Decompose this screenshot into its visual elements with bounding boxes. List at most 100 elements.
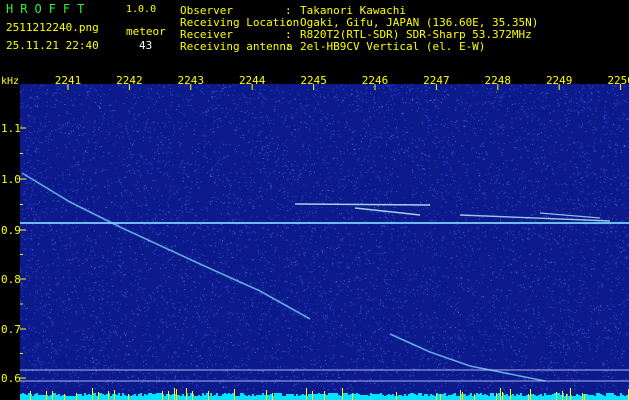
level-bar-peak xyxy=(570,388,571,400)
x-tick-label: 2248 xyxy=(485,74,512,87)
level-bar-segment xyxy=(66,396,68,400)
level-bar-segment xyxy=(290,394,292,400)
level-bar-segment xyxy=(330,393,332,400)
level-bar-segment xyxy=(470,393,472,400)
level-bar-segment xyxy=(242,393,244,400)
level-bar-peak xyxy=(324,391,325,400)
level-bar-peak xyxy=(530,389,531,400)
level-bar-segment xyxy=(104,395,106,400)
level-bar-segment xyxy=(354,394,356,400)
level-bar-peak xyxy=(582,393,583,400)
level-bar-segment xyxy=(268,395,270,400)
level-bar-segment xyxy=(20,394,22,400)
level-bar-segment xyxy=(418,393,420,400)
level-bar-segment xyxy=(250,396,252,400)
spectrogram-background xyxy=(20,84,629,400)
level-bar-segment xyxy=(216,393,218,400)
level-bar-segment xyxy=(78,394,80,400)
level-bar-segment xyxy=(348,395,350,400)
level-bar-segment xyxy=(606,393,608,400)
level-bar-segment xyxy=(478,394,480,400)
level-bar-peak xyxy=(30,391,31,400)
level-bar-segment xyxy=(514,396,516,400)
level-bar-segment xyxy=(340,396,342,400)
level-bar-segment xyxy=(452,394,454,400)
header-panel: HROFFT 1.0.0 2511212240.png 25.11.21 22:… xyxy=(0,0,629,74)
level-bar-peak xyxy=(584,394,585,400)
level-bar-segment xyxy=(172,394,174,400)
level-bar-segment xyxy=(262,393,264,400)
level-bar-segment xyxy=(256,395,258,400)
level-bar-segment xyxy=(468,395,470,400)
level-bar-segment xyxy=(406,396,408,400)
level-bar-peak xyxy=(208,391,209,400)
spectrogram-plot: 2241 2242 2243 2244 2245 2246 2247 2248 2249 2250… xyxy=(1,74,629,400)
app-version: 1.0.0 xyxy=(126,4,157,15)
level-bar-segment xyxy=(564,396,566,400)
level-bar-segment xyxy=(508,396,510,400)
level-bar-segment xyxy=(614,395,616,400)
level-bar-segment xyxy=(326,395,328,400)
level-bar-segment xyxy=(356,393,358,400)
level-bar-segment xyxy=(212,396,214,400)
level-bar-segment xyxy=(224,393,226,400)
level-bar-segment xyxy=(410,393,412,400)
level-bar-segment xyxy=(604,396,606,400)
level-bar-peak xyxy=(528,394,529,400)
level-bar-segment xyxy=(518,395,520,400)
level-bar-segment xyxy=(316,394,318,400)
level-bar-segment xyxy=(136,396,138,400)
level-bar-segment xyxy=(244,395,246,400)
level-bar-segment xyxy=(280,393,282,400)
meteor-count: 43 xyxy=(139,39,153,52)
level-bar-segment xyxy=(328,393,330,400)
level-bar-segment xyxy=(220,396,222,400)
level-bar-segment xyxy=(504,395,506,400)
level-bar-segment xyxy=(196,396,198,400)
level-bar-segment xyxy=(380,393,382,400)
level-bar-segment xyxy=(594,396,596,400)
level-bar-segment xyxy=(214,395,216,400)
level-bar-segment xyxy=(32,396,34,400)
level-bar-segment xyxy=(22,393,24,400)
level-bar-segment xyxy=(58,394,60,400)
level-bar-segment xyxy=(532,394,534,400)
level-bar-segment xyxy=(542,396,544,400)
level-bar-segment xyxy=(338,395,340,400)
level-bar-segment xyxy=(24,394,26,400)
level-bar-segment xyxy=(522,396,524,400)
level-bar-segment xyxy=(336,393,338,400)
level-bar-segment xyxy=(184,396,186,400)
level-bar-segment xyxy=(386,395,388,400)
level-bar-peak xyxy=(52,391,53,400)
level-bar-segment xyxy=(432,395,434,400)
level-bar-segment xyxy=(40,395,42,400)
level-bar-segment xyxy=(578,395,580,400)
level-bar-segment xyxy=(486,395,488,400)
level-bar-segment xyxy=(298,396,300,400)
level-bar-segment xyxy=(602,395,604,400)
level-bar-segment xyxy=(62,395,64,400)
level-bar-segment xyxy=(152,394,154,400)
level-bar-segment xyxy=(524,396,526,400)
level-bar-segment xyxy=(96,396,98,400)
level-bar-segment xyxy=(182,394,184,400)
level-bar-segment xyxy=(236,396,238,400)
info-label-antenna: Receiving antenna xyxy=(180,40,293,53)
level-bar-segment xyxy=(450,395,452,400)
level-bar-segment xyxy=(600,394,602,400)
level-bar-peak xyxy=(266,390,267,400)
level-bar-segment xyxy=(592,395,594,400)
level-bar-segment xyxy=(482,395,484,400)
x-tick-label: 2243 xyxy=(178,74,205,87)
level-bar-segment xyxy=(620,393,622,400)
level-bar-segment xyxy=(42,395,44,400)
level-bar-segment xyxy=(210,393,212,400)
level-bar-peak xyxy=(98,392,99,400)
level-bar-segment xyxy=(106,394,108,400)
level-bar-segment xyxy=(164,396,166,400)
level-bar-segment xyxy=(310,394,312,400)
level-bar-segment xyxy=(240,393,242,400)
level-bar-segment xyxy=(222,394,224,400)
level-bar-peak xyxy=(502,392,503,400)
